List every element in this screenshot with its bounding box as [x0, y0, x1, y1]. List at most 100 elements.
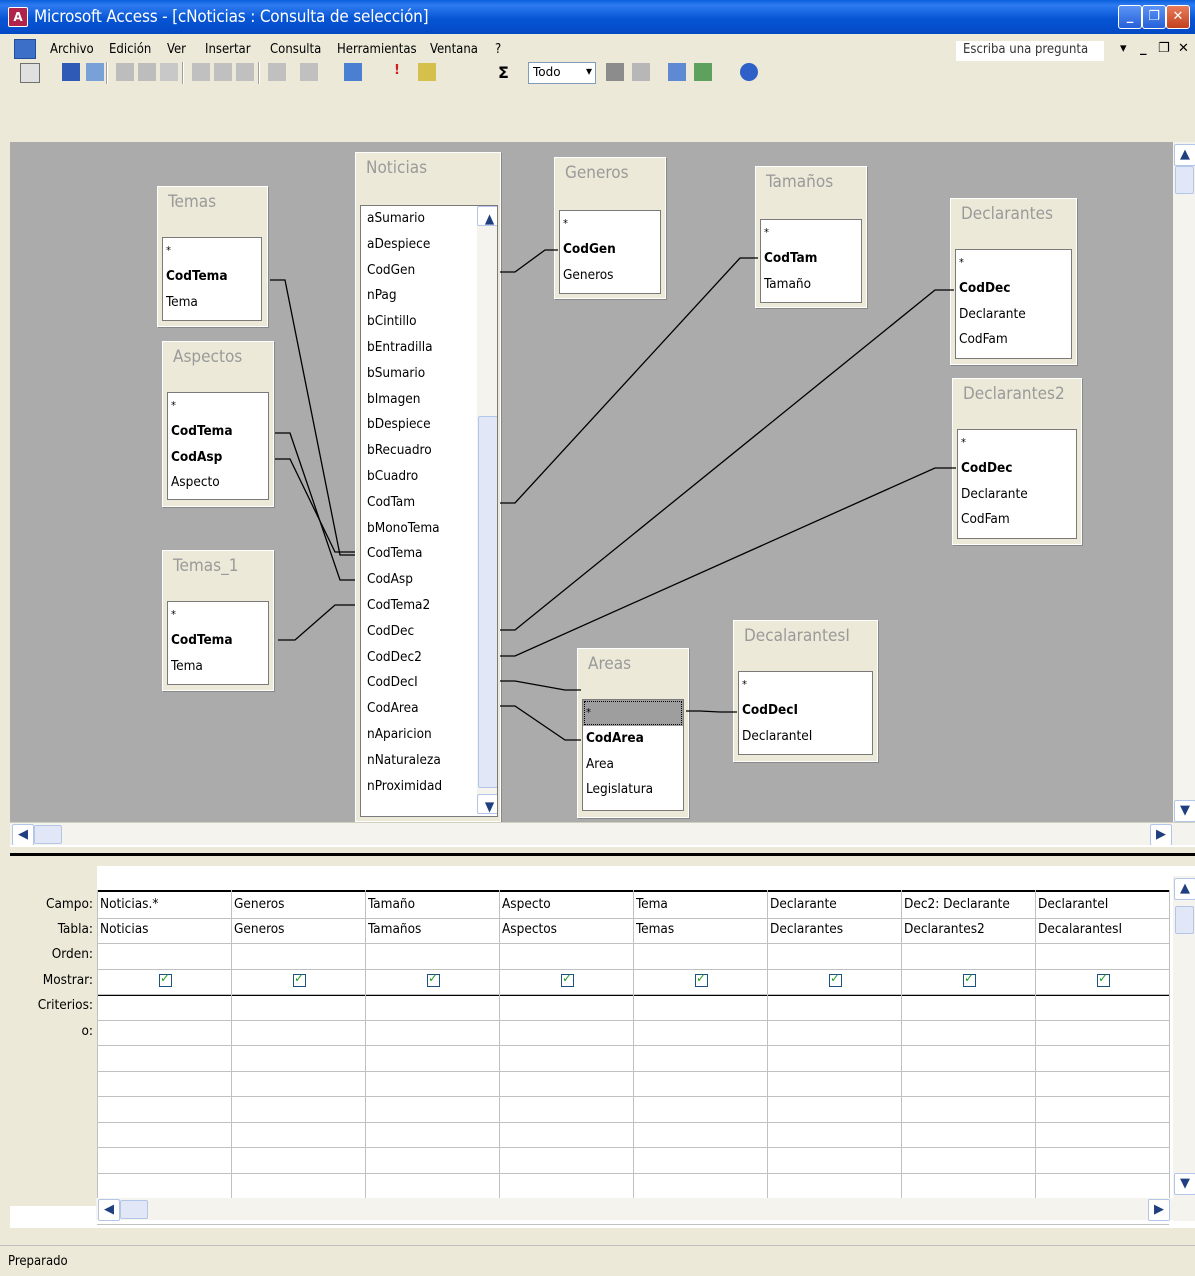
- scroll-thumb[interactable]: [1175, 166, 1194, 194]
- menu-ventana[interactable]: Ventana: [430, 42, 478, 57]
- table-title[interactable]: Aspectos: [163, 342, 273, 372]
- field-coddeci[interactable]: CodDecI: [364, 670, 472, 696]
- grid-show-checkbox[interactable]: [293, 971, 306, 987]
- field-coddec[interactable]: CodDec: [956, 276, 1071, 302]
- field-list[interactable]: * CodDec Declarante CodFam: [955, 249, 1072, 359]
- search-icon[interactable]: [86, 63, 104, 81]
- totals-icon[interactable]: Σ: [498, 63, 516, 82]
- field-tema[interactable]: Tema: [168, 654, 268, 680]
- field-codtema2[interactable]: CodTema2: [364, 593, 472, 619]
- field-bcuadro[interactable]: bCuadro: [364, 464, 472, 490]
- field-list[interactable]: * CodDec Declarante CodFam: [957, 429, 1077, 539]
- undo-icon[interactable]: [268, 63, 286, 81]
- grid-cell-campo[interactable]: DeclaranteI: [1035, 896, 1166, 912]
- table-decalarantesi[interactable]: DecalarantesI * CodDecI DeclaranteI: [733, 620, 878, 762]
- field-list[interactable]: * CodTema CodAsp Aspecto: [167, 392, 269, 500]
- grid-cell-campo[interactable]: Aspecto: [499, 896, 630, 912]
- table-declarantes2[interactable]: Declarantes2 * CodDec Declarante CodFam: [952, 378, 1082, 545]
- help-icon[interactable]: [740, 63, 758, 81]
- table-title[interactable]: Noticias: [356, 153, 500, 183]
- title-bar[interactable]: A Microsoft Access - [cNoticias : Consul…: [0, 0, 1195, 34]
- field-tamano[interactable]: Tamaño: [761, 272, 861, 298]
- query-design-grid[interactable]: Campo: Tabla: Orden: Mostrar: Criterios:…: [10, 866, 1195, 1228]
- field-all[interactable]: *: [168, 393, 268, 419]
- field-naparicion[interactable]: nAparicion: [364, 722, 472, 748]
- menu-archivo[interactable]: Archivo: [50, 42, 94, 57]
- grid-cell-campo[interactable]: Noticias.*: [97, 896, 228, 912]
- field-coddeci[interactable]: CodDecI: [739, 698, 872, 724]
- query-type-icon[interactable]: [344, 63, 362, 81]
- grid-cell-campo[interactable]: Tamaño: [365, 896, 496, 912]
- grid-show-checkbox[interactable]: [427, 971, 440, 987]
- show-table-icon[interactable]: [418, 63, 436, 81]
- table-title[interactable]: Tamaños: [756, 167, 866, 197]
- mdi-restore-icon[interactable]: ❐: [1158, 41, 1170, 56]
- field-list[interactable]: aSumario aDespiece CodGen nPag bCintillo bEnt…: [360, 205, 498, 817]
- grid-cell-tabla[interactable]: Aspectos: [499, 921, 630, 937]
- view-icon[interactable]: [20, 63, 40, 83]
- scroll-up-icon[interactable]: ▲: [1174, 144, 1195, 166]
- field-codasp[interactable]: CodAsp: [364, 567, 472, 593]
- database-window-icon[interactable]: [668, 63, 686, 81]
- field-brecuadro[interactable]: bRecuadro: [364, 438, 472, 464]
- grid-cell-tabla[interactable]: Noticias: [97, 921, 228, 937]
- new-object-icon[interactable]: [694, 63, 712, 81]
- field-declarante[interactable]: Declarante: [956, 302, 1071, 328]
- scroll-left-icon[interactable]: ◀: [12, 824, 34, 846]
- field-bimagen[interactable]: bImagen: [364, 387, 472, 413]
- grid-cell-tabla[interactable]: Declarantes2: [901, 921, 1032, 937]
- field-adespiece[interactable]: aDespiece: [364, 232, 472, 258]
- grid-vertical-scrollbar[interactable]: ▲ ▼: [1173, 876, 1195, 1221]
- table-noticias[interactable]: Noticias aSumario aDespiece CodGen nPag bCin…: [355, 152, 501, 822]
- chevron-down-icon[interactable]: ▾: [586, 64, 592, 78]
- scroll-down-icon[interactable]: ▼: [1174, 1173, 1195, 1195]
- field-bdespiece[interactable]: bDespiece: [364, 412, 472, 438]
- field-all[interactable]: *: [958, 430, 1076, 456]
- table-aspectos[interactable]: Aspectos * CodTema CodAsp Aspecto: [162, 341, 274, 507]
- cut-icon[interactable]: [192, 63, 210, 81]
- scroll-thumb[interactable]: [34, 825, 62, 844]
- design-vertical-scrollbar[interactable]: ▲ ▼: [1173, 142, 1195, 822]
- minimize-icon[interactable]: _: [1118, 5, 1142, 29]
- scroll-right-icon[interactable]: ▶: [1150, 824, 1172, 846]
- table-tamanos[interactable]: Tamaños * CodTam Tamaño: [755, 166, 867, 308]
- grid-cell-campo[interactable]: Generos: [231, 896, 362, 912]
- grid-cell-campo[interactable]: Declarante: [767, 896, 898, 912]
- table-title[interactable]: Temas: [158, 187, 267, 217]
- field-all[interactable]: *: [761, 220, 861, 246]
- save-icon[interactable]: [62, 63, 80, 81]
- table-title[interactable]: Declarantes2: [953, 379, 1081, 409]
- field-codarea[interactable]: CodArea: [364, 696, 472, 722]
- field-codtam[interactable]: CodTam: [364, 490, 472, 516]
- menu-consulta[interactable]: Consulta: [270, 42, 321, 57]
- redo-icon[interactable]: [300, 63, 318, 81]
- field-list[interactable]: * CodArea Area Legislatura: [582, 699, 684, 811]
- field-codgen[interactable]: CodGen: [364, 258, 472, 284]
- spelling-icon[interactable]: [160, 63, 178, 81]
- grid-cell-campo[interactable]: Tema: [633, 896, 764, 912]
- field-codarea[interactable]: CodArea: [583, 726, 683, 752]
- field-nnaturaleza[interactable]: nNaturaleza: [364, 748, 472, 774]
- field-codfam[interactable]: CodFam: [956, 327, 1071, 353]
- restore-icon[interactable]: ❐: [1142, 5, 1166, 29]
- field-codgen[interactable]: CodGen: [560, 237, 660, 263]
- noticias-scrollbar[interactable]: ▲ ▼: [477, 206, 497, 815]
- close-icon[interactable]: ✕: [1166, 5, 1190, 29]
- menu-insertar[interactable]: Insertar: [205, 42, 251, 57]
- builder-icon[interactable]: [632, 63, 650, 81]
- access-app-icon[interactable]: A: [8, 7, 28, 27]
- grid-cell-tabla[interactable]: Declarantes: [767, 921, 898, 937]
- table-generos[interactable]: Generos * CodGen Generos: [554, 157, 666, 299]
- field-aspecto[interactable]: Aspecto: [168, 470, 268, 496]
- table-title[interactable]: DecalarantesI: [734, 621, 877, 651]
- field-codasp[interactable]: CodAsp: [168, 445, 268, 471]
- field-coddec2[interactable]: CodDec2: [364, 645, 472, 671]
- table-declarantes[interactable]: Declarantes * CodDec Declarante CodFam: [950, 198, 1077, 365]
- paste-icon[interactable]: [236, 63, 254, 81]
- properties-icon[interactable]: [606, 63, 624, 81]
- field-codfam[interactable]: CodFam: [958, 507, 1076, 533]
- table-title[interactable]: Declarantes: [951, 199, 1076, 229]
- menu-help[interactable]: ?: [495, 42, 501, 57]
- menu-edicion[interactable]: Edición: [109, 42, 151, 57]
- field-codtam[interactable]: CodTam: [761, 246, 861, 272]
